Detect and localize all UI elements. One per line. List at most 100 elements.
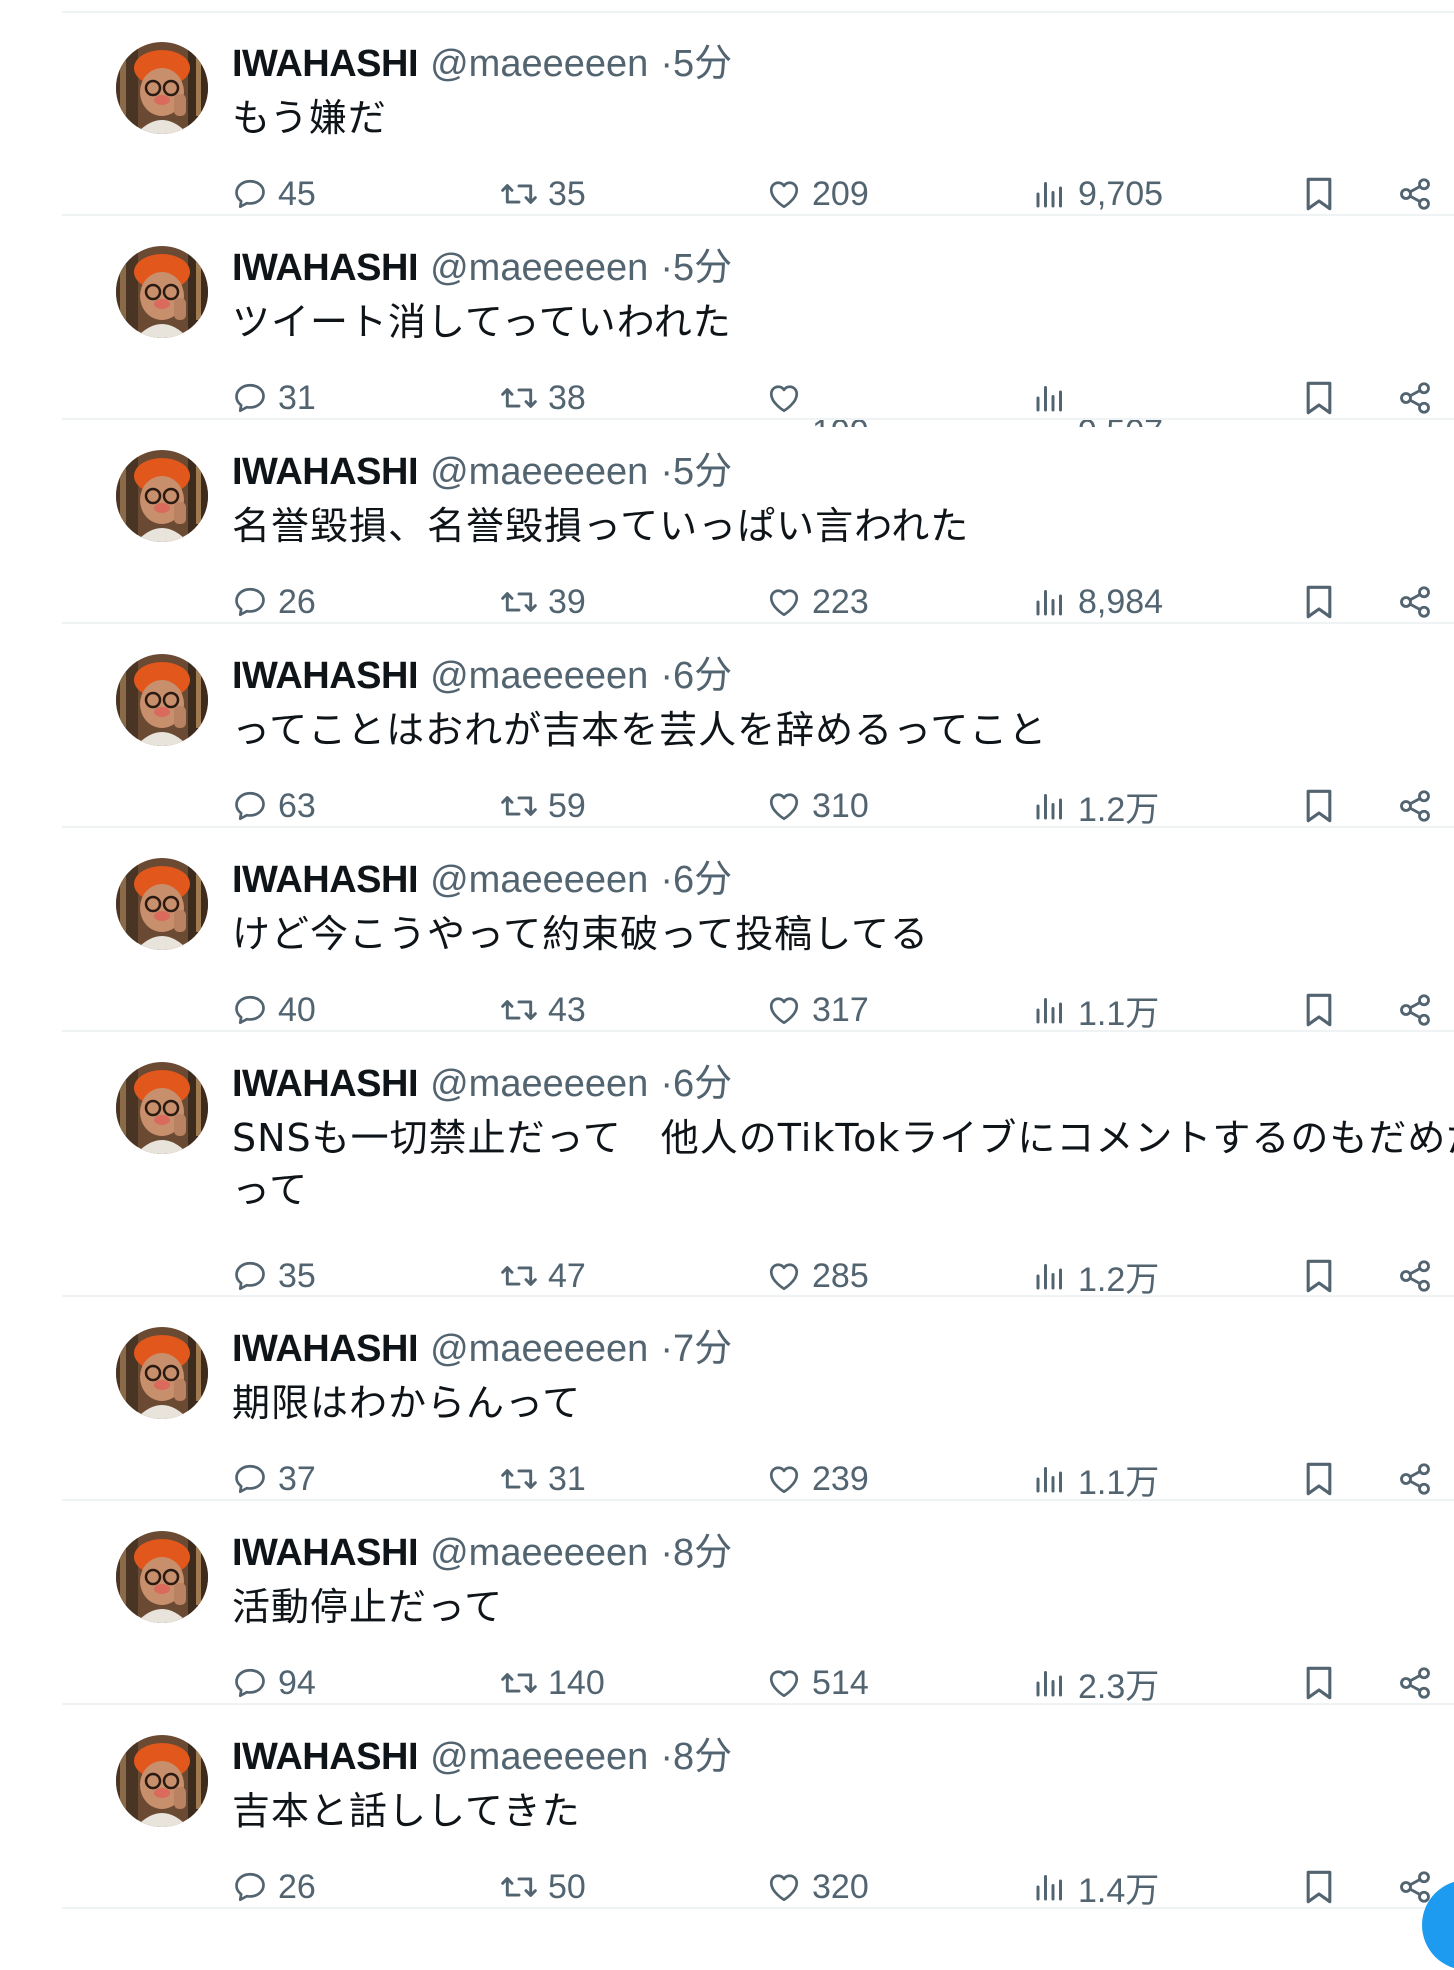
like-button[interactable]: 209: [766, 169, 869, 219]
reply-button[interactable]: 26: [232, 577, 316, 627]
avatar[interactable]: [116, 246, 208, 338]
display-name[interactable]: IWAHASHI: [232, 247, 419, 289]
timestamp[interactable]: 5分: [673, 43, 732, 85]
like-button[interactable]: 310: [766, 781, 869, 831]
like-button[interactable]: 223: [766, 577, 869, 627]
handle[interactable]: @maeeeeen: [430, 247, 648, 289]
avatar[interactable]: [116, 858, 208, 950]
share-button[interactable]: [1397, 985, 1433, 1035]
display-name[interactable]: IWAHASHI: [232, 859, 419, 901]
reply-button[interactable]: 94: [232, 1658, 316, 1708]
bookmark-button[interactable]: [1302, 169, 1336, 219]
handle[interactable]: @maeeeeen: [430, 451, 648, 493]
retweet-button[interactable]: 43: [500, 985, 586, 1035]
reply-button[interactable]: 26: [232, 1862, 316, 1912]
tweet[interactable]: IWAHASHI @maeeeeen ·6分 ってことはおれが吉本を芸人を辞める…: [62, 624, 1454, 831]
timestamp[interactable]: 6分: [673, 655, 732, 697]
views-button[interactable]: 1.1万: [1032, 985, 1159, 1035]
bookmark-button[interactable]: [1302, 1658, 1336, 1708]
bookmark-button[interactable]: [1302, 1454, 1336, 1504]
tweet[interactable]: IWAHASHI @maeeeeen ·5分 名誉毀損、名誉毀損っていっぱい言わ…: [62, 420, 1454, 624]
reply-button[interactable]: 31: [232, 373, 316, 423]
tweet[interactable]: IWAHASHI @maeeeeen ·5分 もう嫌だ 45 35 209 9,…: [62, 12, 1454, 216]
timestamp[interactable]: 8分: [673, 1736, 732, 1778]
views-button[interactable]: 1.4万: [1032, 1862, 1159, 1912]
display-name[interactable]: IWAHASHI: [232, 1328, 419, 1370]
bookmark-button[interactable]: [1302, 577, 1336, 627]
handle[interactable]: @maeeeeen: [430, 1328, 648, 1370]
like-button[interactable]: 239: [766, 1454, 869, 1504]
bookmark-button[interactable]: [1302, 373, 1336, 423]
avatar[interactable]: [116, 42, 208, 134]
share-button[interactable]: [1397, 577, 1433, 627]
timestamp[interactable]: 5分: [673, 451, 732, 493]
handle[interactable]: @maeeeeen: [430, 655, 648, 697]
like-button[interactable]: 317: [766, 985, 869, 1035]
avatar[interactable]: [116, 1062, 208, 1154]
retweet-button[interactable]: 59: [500, 781, 586, 831]
timestamp[interactable]: 5分: [673, 247, 732, 289]
display-name[interactable]: IWAHASHI: [232, 451, 419, 493]
retweet-button[interactable]: 35: [500, 169, 586, 219]
timestamp[interactable]: 6分: [673, 1063, 732, 1105]
reply-button[interactable]: 37: [232, 1454, 316, 1504]
bookmark-button[interactable]: [1302, 1862, 1336, 1912]
like-button[interactable]: 514: [766, 1658, 869, 1708]
handle[interactable]: @maeeeeen: [430, 1063, 648, 1105]
tweet[interactable]: IWAHASHI @maeeeeen ·7分 期限はわからんって 37 31 2…: [62, 1297, 1454, 1504]
tweet-header: IWAHASHI @maeeeeen ·5分: [232, 244, 732, 291]
views-button[interactable]: 2.3万: [1032, 1658, 1159, 1708]
retweet-button[interactable]: 50: [500, 1862, 586, 1912]
views-button[interactable]: 1.1万: [1032, 1454, 1159, 1504]
bookmark-button[interactable]: [1302, 1251, 1336, 1301]
retweet-button[interactable]: 39: [500, 577, 586, 627]
views-button[interactable]: 1.2万: [1032, 1251, 1159, 1301]
tweet[interactable]: IWAHASHI @maeeeeen ·6分 SNSも一切禁止だって 他人のTi…: [62, 1032, 1454, 1299]
share-button[interactable]: [1397, 1251, 1433, 1301]
handle[interactable]: @maeeeeen: [430, 859, 648, 901]
like-button[interactable]: 199: [766, 373, 869, 427]
bookmark-button[interactable]: [1302, 781, 1336, 831]
views-button[interactable]: 9,705: [1032, 169, 1163, 219]
bookmark-button[interactable]: [1302, 985, 1336, 1035]
display-name[interactable]: IWAHASHI: [232, 655, 419, 697]
like-button[interactable]: 285: [766, 1251, 869, 1301]
handle[interactable]: @maeeeeen: [430, 43, 648, 85]
reply-button[interactable]: 35: [232, 1251, 316, 1301]
avatar[interactable]: [116, 654, 208, 746]
retweet-button[interactable]: 38: [500, 373, 586, 423]
reply-button[interactable]: 63: [232, 781, 316, 831]
views-button[interactable]: 9,507: [1032, 373, 1163, 427]
reply-button[interactable]: 45: [232, 169, 316, 219]
views-button[interactable]: 1.2万: [1032, 781, 1159, 831]
handle[interactable]: @maeeeeen: [430, 1736, 648, 1778]
share-button[interactable]: [1397, 373, 1433, 423]
share-button[interactable]: [1397, 1454, 1433, 1504]
share-button[interactable]: [1397, 169, 1433, 219]
like-button[interactable]: 320: [766, 1862, 869, 1912]
avatar[interactable]: [116, 1327, 208, 1419]
avatar[interactable]: [116, 1735, 208, 1827]
tweet[interactable]: IWAHASHI @maeeeeen ·5分 ツイート消してっていわれた 31 …: [62, 216, 1454, 427]
tweet[interactable]: IWAHASHI @maeeeeen ·6分 けど今こうやって約束破って投稿して…: [62, 828, 1454, 1035]
display-name[interactable]: IWAHASHI: [232, 1736, 419, 1778]
retweet-button[interactable]: 47: [500, 1251, 586, 1301]
display-name[interactable]: IWAHASHI: [232, 43, 419, 85]
reply-button[interactable]: 40: [232, 985, 316, 1035]
timestamp[interactable]: 6分: [673, 859, 732, 901]
display-name[interactable]: IWAHASHI: [232, 1532, 419, 1574]
separator-dot: ·: [660, 655, 674, 697]
avatar[interactable]: [116, 450, 208, 542]
views-button[interactable]: 8,984: [1032, 577, 1163, 627]
retweet-button[interactable]: 140: [500, 1658, 605, 1708]
display-name[interactable]: IWAHASHI: [232, 1063, 419, 1105]
share-button[interactable]: [1397, 781, 1433, 831]
avatar[interactable]: [116, 1531, 208, 1623]
tweet[interactable]: IWAHASHI @maeeeeen ·8分 活動停止だって 94 140 51…: [62, 1501, 1454, 1708]
timestamp[interactable]: 8分: [673, 1532, 732, 1574]
share-button[interactable]: [1397, 1658, 1433, 1708]
handle[interactable]: @maeeeeen: [430, 1532, 648, 1574]
tweet[interactable]: IWAHASHI @maeeeeen ·8分 吉本と話ししてきた 26 50 3…: [62, 1705, 1454, 1912]
retweet-button[interactable]: 31: [500, 1454, 586, 1504]
timestamp[interactable]: 7分: [673, 1328, 732, 1370]
